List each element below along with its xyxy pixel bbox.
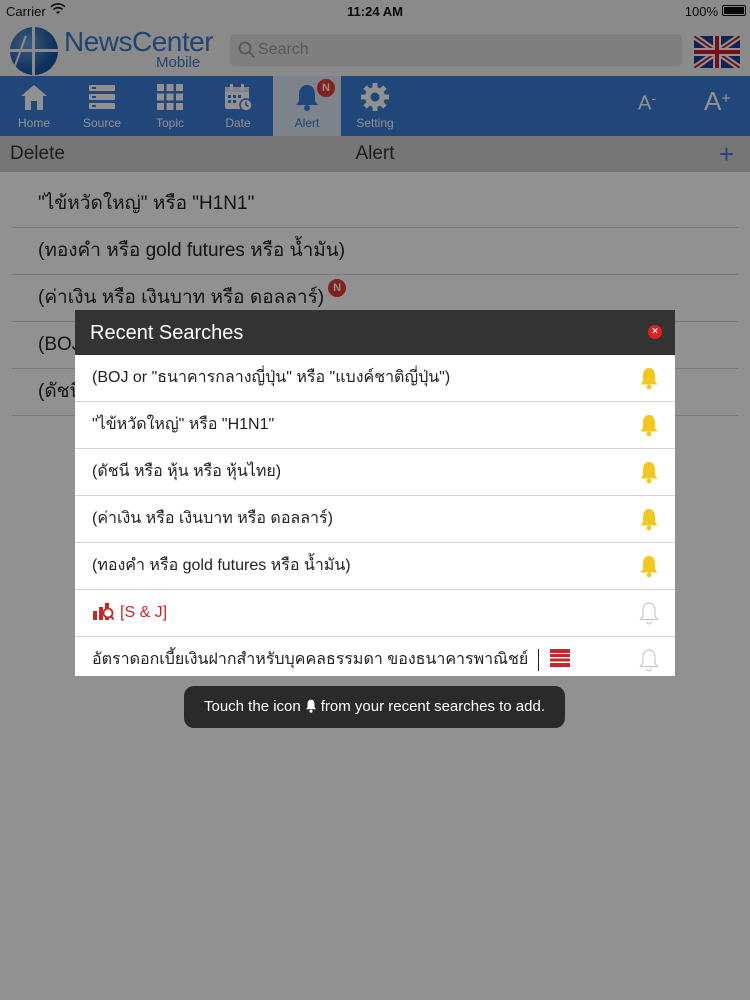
list-item[interactable]: "ไข้หวัดใหญ่" หรือ "H1N1": [75, 402, 675, 449]
list-item[interactable]: (ดัชนี หรือ หุ้น หรือ หุ้นไทย): [75, 449, 675, 496]
popup-title: Recent Searches: [90, 322, 244, 344]
popup-header: Recent Searches ×: [75, 310, 675, 355]
list-item[interactable]: อัตราดอกเบี้ยเงินฝากสำหรับบุคคลธรรมดา ขอ…: [75, 637, 675, 676]
list-item[interactable]: (ค่าเงิน หรือ เงินบาท หรือ ดอลลาร์): [75, 496, 675, 543]
bell-add-icon[interactable]: [637, 554, 661, 578]
document-list-icon: [550, 649, 571, 668]
bell-outline-icon[interactable]: [637, 648, 661, 672]
divider: [538, 648, 540, 671]
recent-searches-popup: Recent Searches × (BOJ or "ธนาคารกลางญี่…: [75, 310, 675, 676]
recent-searches-list: (BOJ or "ธนาคารกลางญี่ปุ่น" หรือ "แบงค์ช…: [75, 355, 675, 676]
stock-chart-icon: [93, 602, 114, 620]
close-icon[interactable]: ×: [648, 325, 662, 339]
bell-add-icon[interactable]: [637, 413, 661, 437]
list-item[interactable]: [S & J]: [75, 590, 675, 637]
bell-add-icon[interactable]: [637, 507, 661, 531]
hint-toast: Touch the icon from your recent searches …: [184, 686, 565, 728]
list-item[interactable]: (BOJ or "ธนาคารกลางญี่ปุ่น" หรือ "แบงค์ช…: [75, 355, 675, 402]
bell-icon: [305, 699, 316, 713]
bell-add-icon[interactable]: [637, 366, 661, 390]
list-item[interactable]: (ทองคำ หรือ gold futures หรือ น้ำมัน): [75, 543, 675, 590]
bell-add-icon[interactable]: [637, 460, 661, 484]
bell-outline-icon[interactable]: [637, 601, 661, 625]
